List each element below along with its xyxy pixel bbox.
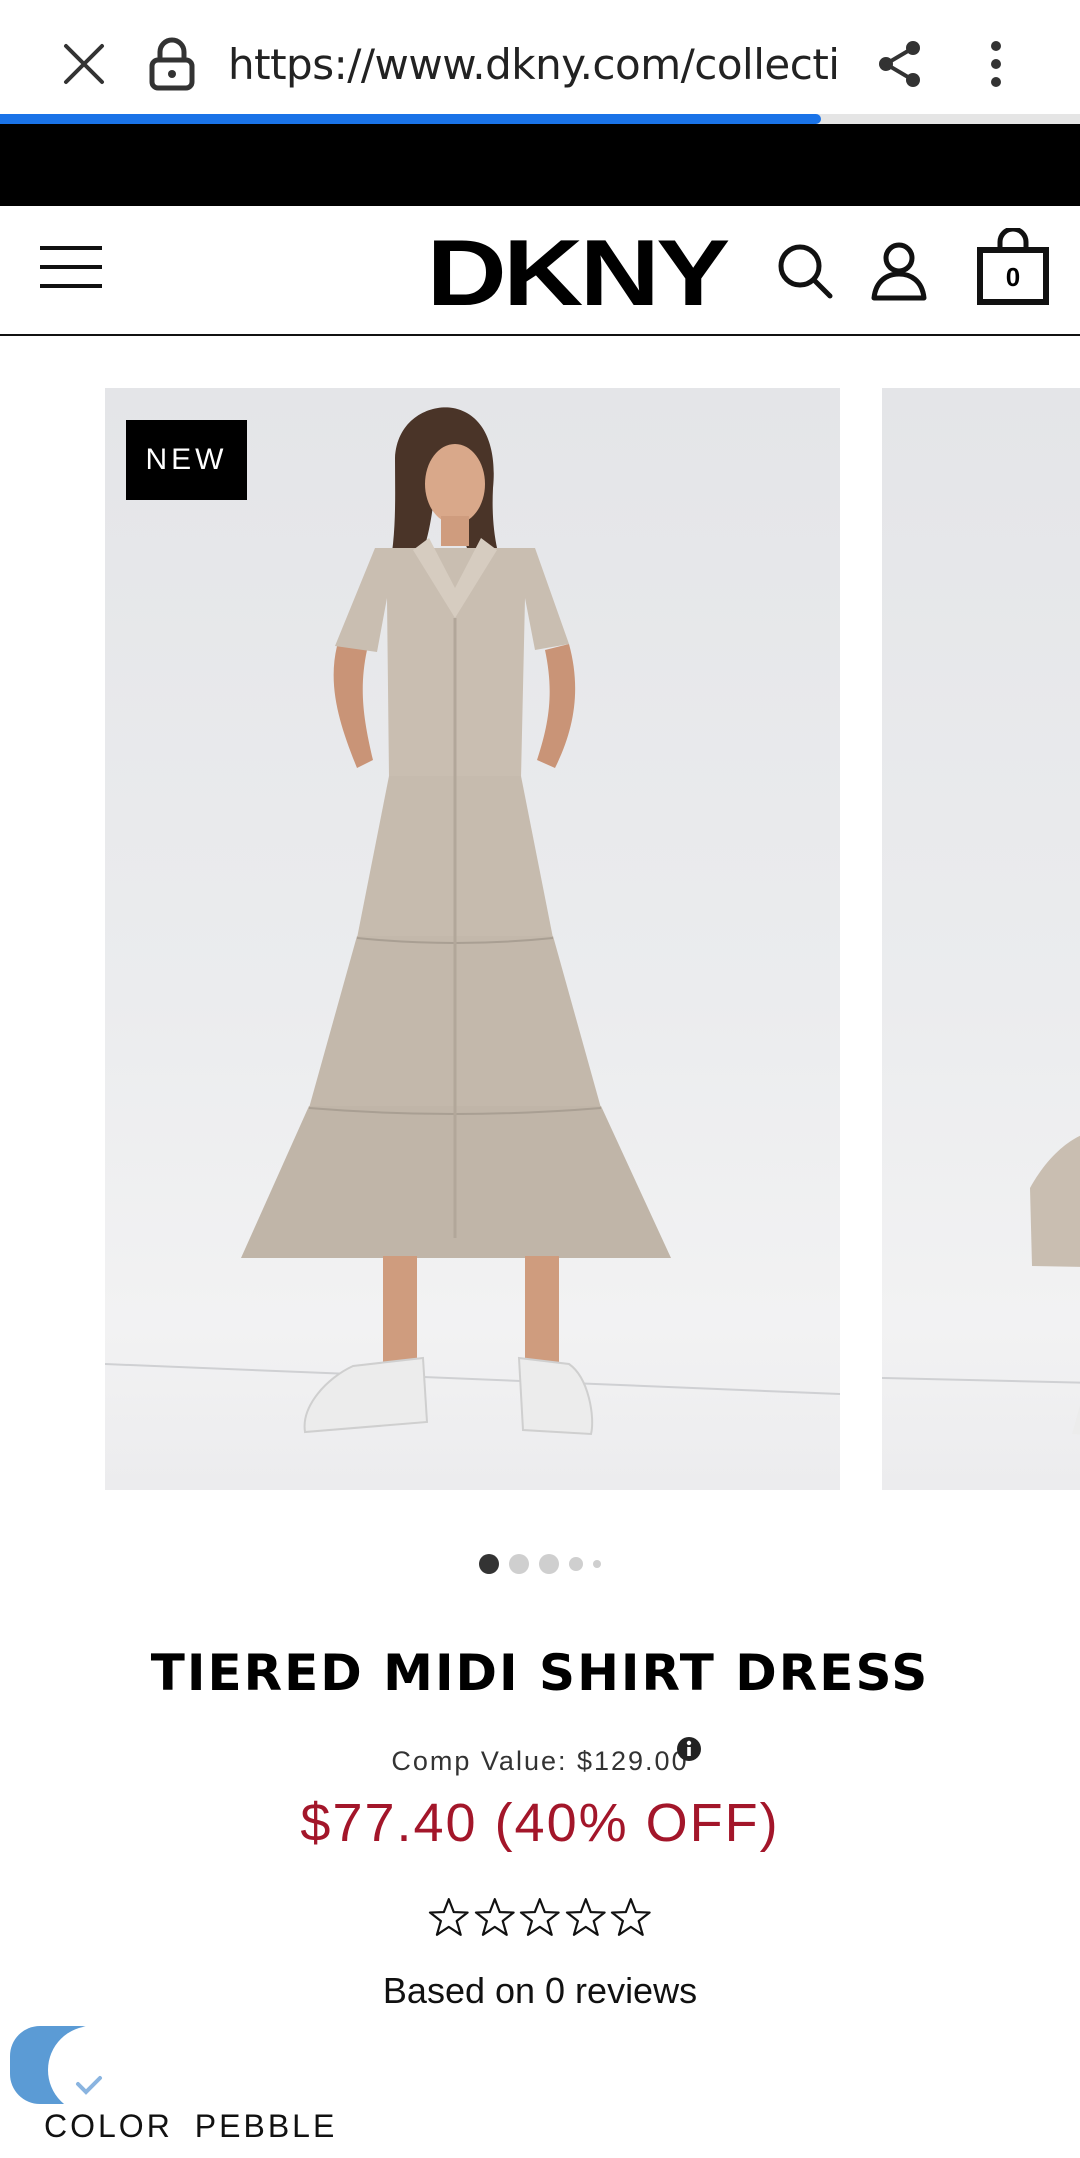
- model-dress-photo-2: [882, 1135, 1080, 1435]
- carousel-dot[interactable]: [569, 1557, 583, 1571]
- color-label: COLOR: [44, 2108, 173, 2144]
- star-outline-icon: [474, 1898, 515, 1936]
- url-bar[interactable]: https://www.dkny.com/collectio: [228, 36, 838, 94]
- hamburger-menu-icon[interactable]: [40, 246, 102, 294]
- product-image-carousel[interactable]: NEW: [0, 388, 1080, 1490]
- sale-price: $77.40 (40% OFF): [300, 1793, 780, 1853]
- close-icon: [64, 44, 104, 84]
- carousel-dot[interactable]: [509, 1554, 529, 1574]
- review-count[interactable]: Based on 0 reviews: [0, 1970, 1080, 2012]
- share-button[interactable]: [868, 32, 932, 96]
- star-outline-icon: [520, 1898, 560, 1936]
- page-load-progress: [0, 114, 1080, 124]
- carousel-dot[interactable]: [593, 1560, 601, 1568]
- floating-chat-widget[interactable]: [10, 2026, 130, 2106]
- model-dress-photo: [105, 407, 840, 1436]
- star-outline-icon: [611, 1898, 652, 1936]
- more-vert-icon: [991, 41, 1001, 87]
- star-outline-icon: [565, 1898, 606, 1936]
- carousel-dot[interactable]: [539, 1554, 559, 1574]
- comp-value: Comp Value: $129.00: [391, 1746, 689, 1776]
- product-image[interactable]: NEW: [105, 388, 840, 1490]
- info-icon[interactable]: [676, 1736, 702, 1762]
- lock-icon: [149, 37, 195, 91]
- search-icon[interactable]: [774, 240, 836, 302]
- share-icon: [879, 41, 920, 87]
- browser-menu-button[interactable]: [966, 32, 1026, 96]
- product-title: TIERED MIDI SHIRT DRESS: [150, 1644, 930, 1702]
- dkny-logo[interactable]: DKNY: [382, 226, 771, 320]
- page-load-progress-fill: [0, 114, 821, 124]
- shopping-bag-button[interactable]: 0: [976, 228, 1050, 308]
- close-tab-button[interactable]: [50, 30, 118, 98]
- browser-toolbar: https://www.dkny.com/collectio: [0, 0, 1080, 124]
- new-badge: NEW: [126, 420, 247, 500]
- carousel-pagination[interactable]: [0, 1552, 1080, 1576]
- promo-banner[interactable]: [0, 124, 1080, 206]
- next-product-image-peek[interactable]: [882, 388, 1080, 1490]
- star-rating[interactable]: [428, 1896, 652, 1938]
- bag-count: 0: [1005, 262, 1021, 292]
- site-header: DKNY 0: [0, 206, 1080, 336]
- color-selector-label: COLOR PEBBLE: [44, 2108, 337, 2145]
- account-icon[interactable]: [868, 240, 930, 302]
- carousel-dot[interactable]: [479, 1554, 499, 1574]
- star-outline-icon: [428, 1898, 469, 1936]
- color-value: PEBBLE: [194, 2108, 338, 2144]
